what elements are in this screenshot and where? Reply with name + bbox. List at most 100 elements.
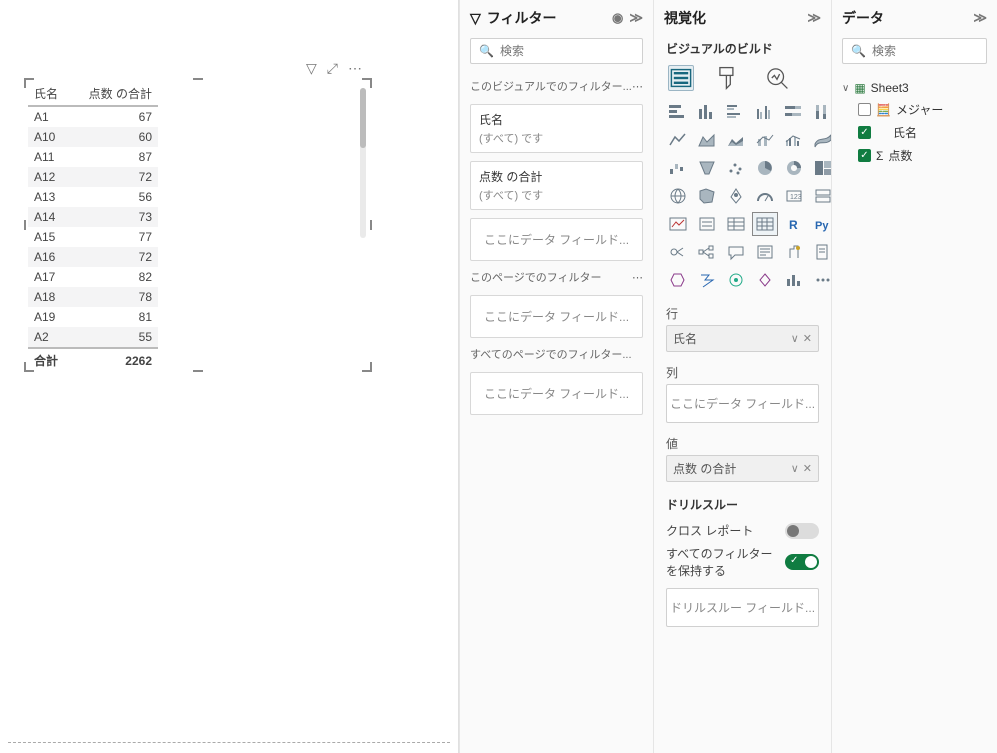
viz-goals-icon[interactable] — [782, 241, 806, 263]
viz-table-icon[interactable] — [724, 213, 748, 235]
viz-power-apps-icon[interactable] — [666, 269, 690, 291]
build-tab[interactable] — [668, 65, 694, 91]
viz-power-automate-icon[interactable] — [695, 269, 719, 291]
section-visual-filters[interactable]: このビジュアルでのフィルター...⋯ — [460, 74, 653, 100]
svg-text:123: 123 — [790, 194, 802, 201]
viz-gauge-icon[interactable] — [753, 185, 777, 207]
total-value: 2262 — [70, 348, 158, 368]
viz-filled-map-icon[interactable] — [695, 185, 719, 207]
more-options-icon[interactable]: ⋯ — [348, 60, 362, 77]
viz-stacked-area-icon[interactable] — [724, 129, 748, 151]
report-canvas[interactable]: ▽ ⤢ ⋯ 氏名 点数 の合計 A167A1060A1187A1272A1356… — [0, 0, 459, 753]
viz-clustered-column-icon[interactable] — [753, 101, 777, 123]
data-search[interactable]: 🔍 — [842, 38, 987, 64]
table-row[interactable]: A1473 — [28, 207, 158, 227]
viz-card-icon[interactable]: 123 — [782, 185, 806, 207]
cross-report-toggle[interactable] — [785, 523, 819, 539]
table-node[interactable]: ∨ ▦ Sheet3 — [840, 78, 989, 98]
viz-qna-icon[interactable] — [724, 241, 748, 263]
table-scrollbar[interactable] — [360, 88, 366, 238]
viz-area-icon[interactable] — [695, 129, 719, 151]
table-row[interactable]: A1577 — [28, 227, 158, 247]
columns-well[interactable]: ここにデータ フィールド... — [666, 384, 819, 423]
canvas-page-divider — [8, 742, 450, 743]
table-row[interactable]: A1981 — [28, 307, 158, 327]
viz-slicer-icon[interactable] — [695, 213, 719, 235]
format-tab[interactable] — [716, 65, 742, 91]
table-row[interactable]: A167 — [28, 106, 158, 127]
section-all-pages-filters[interactable]: すべてのページでのフィルター... — [460, 342, 653, 368]
table-row[interactable]: A1672 — [28, 247, 158, 267]
table-row[interactable]: A1060 — [28, 127, 158, 147]
visual-filter-dropzone[interactable]: ここにデータ フィールド... — [470, 218, 643, 261]
allpages-filter-dropzone[interactable]: ここにデータ フィールド... — [470, 372, 643, 415]
search-input[interactable] — [872, 44, 997, 58]
eye-icon[interactable]: ◉ — [612, 10, 623, 26]
analytics-tab[interactable] — [764, 65, 790, 91]
sigma-icon: Σ — [876, 149, 883, 163]
viz-scatter-icon[interactable] — [724, 157, 748, 179]
chevron-down-icon[interactable]: ∨ — [791, 462, 799, 475]
viz-waterfall-icon[interactable] — [666, 157, 690, 179]
search-input[interactable] — [500, 44, 655, 58]
table-row[interactable]: A255 — [28, 327, 158, 348]
chevron-down-icon[interactable]: ∨ — [791, 332, 799, 345]
viz-arcgis-icon[interactable] — [724, 269, 748, 291]
remove-field-icon[interactable]: ✕ — [803, 462, 812, 475]
viz-azure-map-icon[interactable] — [724, 185, 748, 207]
field-name[interactable]: ✓ 氏名 — [840, 121, 989, 144]
table-row[interactable]: A1878 — [28, 287, 158, 307]
viz-100-stacked-bar-icon[interactable] — [782, 101, 806, 123]
svg-text:Py: Py — [815, 220, 829, 232]
measure-folder[interactable]: 🧮 メジャー — [840, 98, 989, 121]
viz-decomposition-tree-icon[interactable] — [695, 241, 719, 263]
viz-map-icon[interactable] — [666, 185, 690, 207]
data-pane: データ ≫ 🔍 ∨ ▦ Sheet3 🧮 メジャー ✓ 氏名 ✓ Σ 点数 — [831, 0, 997, 753]
viz-donut-icon[interactable] — [782, 157, 806, 179]
viz-shape-map-icon[interactable] — [753, 269, 777, 291]
rows-well[interactable]: 氏名 ∨✕ — [666, 325, 819, 352]
keep-filters-toggle[interactable]: ✓ — [785, 554, 819, 570]
viz-kpi-icon[interactable] — [666, 213, 690, 235]
viz-r-script-icon[interactable]: R — [782, 213, 806, 235]
rows-label: 行 — [654, 299, 831, 325]
viz-line-clustered-column-icon[interactable] — [782, 129, 806, 151]
viz-funnel-icon[interactable] — [695, 157, 719, 179]
viz-pie-icon[interactable] — [753, 157, 777, 179]
field-score[interactable]: ✓ Σ 点数 — [840, 144, 989, 167]
viz-smart-narrative-icon[interactable] — [753, 241, 777, 263]
table-visual[interactable]: 氏名 点数 の合計 A167A1060A1187A1272A1356A1473A… — [28, 82, 368, 368]
viz-line-icon[interactable] — [666, 129, 690, 151]
viz-sparkline-icon[interactable] — [782, 269, 806, 291]
checkbox[interactable]: ✓ — [858, 126, 871, 139]
viz-clustered-bar-icon[interactable] — [724, 101, 748, 123]
table-row[interactable]: A1272 — [28, 167, 158, 187]
table-row[interactable]: A1782 — [28, 267, 158, 287]
remove-field-icon[interactable]: ✕ — [803, 332, 812, 345]
filter-card-name[interactable]: 氏名 (すべて) です — [470, 104, 643, 153]
viz-stacked-bar-icon[interactable] — [666, 101, 690, 123]
column-header[interactable]: 点数 の合計 — [70, 82, 158, 106]
filters-search[interactable]: 🔍 — [470, 38, 643, 64]
collapse-pane-icon[interactable]: ≫ — [629, 10, 643, 26]
focus-mode-icon[interactable]: ⤢ — [327, 60, 338, 77]
filter-card-score[interactable]: 点数 の合計 (すべて) です — [470, 161, 643, 210]
table-row[interactable]: A1356 — [28, 187, 158, 207]
table-row[interactable]: A1187 — [28, 147, 158, 167]
column-header[interactable]: 氏名 — [28, 82, 70, 106]
viz-key-influencers-icon[interactable] — [666, 241, 690, 263]
viz-stacked-column-icon[interactable] — [695, 101, 719, 123]
viz-matrix-icon[interactable] — [753, 213, 777, 235]
section-page-filters[interactable]: このページでのフィルター⋯ — [460, 265, 653, 291]
filter-icon[interactable]: ▽ — [306, 60, 317, 77]
page-filter-dropzone[interactable]: ここにデータ フィールド... — [470, 295, 643, 338]
collapse-pane-icon[interactable]: ≫ — [807, 10, 821, 26]
viz-line-stacked-column-icon[interactable] — [753, 129, 777, 151]
table-header-row[interactable]: 氏名 点数 の合計 — [28, 82, 158, 106]
values-well[interactable]: 点数 の合計 ∨✕ — [666, 455, 819, 482]
collapse-pane-icon[interactable]: ≫ — [973, 10, 987, 26]
checkbox[interactable] — [858, 103, 871, 116]
drillthrough-well[interactable]: ドリルスルー フィールド... — [666, 588, 819, 627]
checkbox[interactable]: ✓ — [858, 149, 871, 162]
visual-tile[interactable]: ▽ ⤢ ⋯ 氏名 点数 の合計 A167A1060A1187A1272A1356… — [28, 82, 368, 368]
